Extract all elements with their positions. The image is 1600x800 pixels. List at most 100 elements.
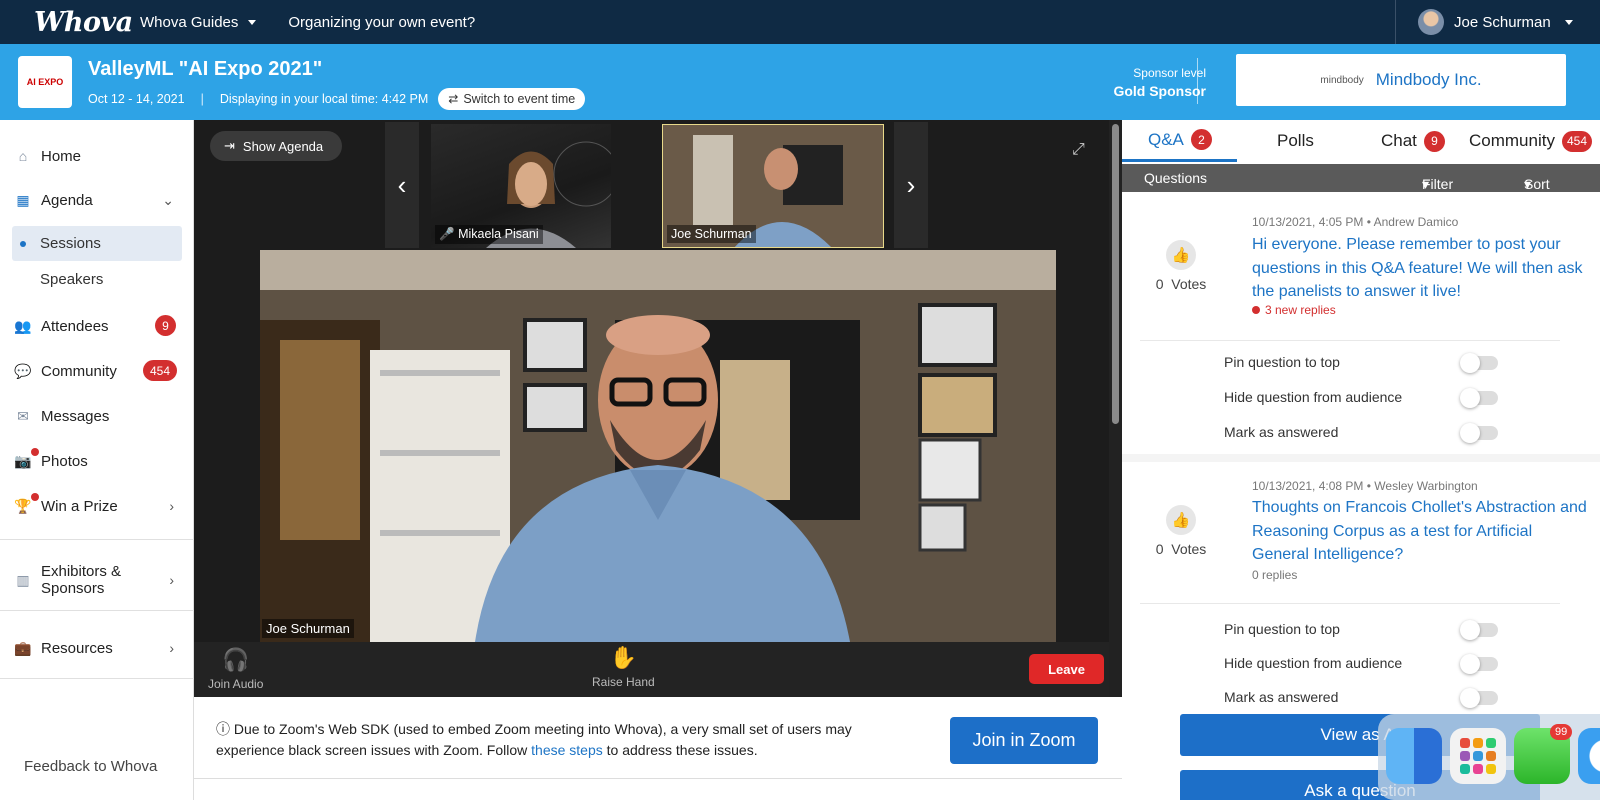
sidebar-item-resources[interactable]: 💼 Resources › (0, 637, 194, 659)
envelope-icon: ✉ (17, 407, 29, 424)
panel-tabs: Q&A 2 Polls Chat 9 Community 454 (1122, 120, 1600, 164)
sidebar-item-agenda[interactable]: ▦ Agenda ⌄ (0, 189, 194, 211)
organizing-event-label: Organizing your own event? (288, 13, 476, 31)
event-dates: Oct 12 - 14, 2021 (88, 92, 185, 106)
event-meta: Oct 12 - 14, 2021 | Displaying in your l… (88, 88, 586, 110)
sidebar-item-photos[interactable]: 📷 Photos (0, 450, 194, 472)
sidebar-item-home[interactable]: ⌂ Home (0, 145, 194, 167)
sidebar-item-label: Win a Prize (41, 497, 118, 515)
event-logo[interactable]: AI EXPO (18, 56, 72, 108)
show-agenda-button[interactable]: ⇥ Show Agenda (210, 131, 342, 161)
vote-button[interactable]: 👍 0 Votes (1136, 505, 1226, 557)
tab-community[interactable]: Community 454 (1469, 120, 1592, 162)
feedback-link[interactable]: Feedback to Whova (24, 758, 157, 775)
divider (0, 610, 194, 611)
finder-icon[interactable] (1386, 728, 1442, 784)
votes-label: Votes (1171, 541, 1207, 557)
divider (1140, 340, 1560, 341)
zoom-notice-text: ⓘ Due to Zoom's Web SDK (used to embed Z… (216, 719, 906, 761)
mark-answered-toggle[interactable] (1460, 423, 1498, 443)
info-icon: ⓘ (216, 721, 230, 737)
sidebar-item-sessions[interactable]: Sessions (12, 226, 182, 261)
event-logo-text: AI EXPO (26, 77, 64, 87)
hand-icon: ✋ (609, 645, 638, 670)
macos-dock: 99 (1378, 714, 1600, 800)
thumbs-up-icon: 👍 (1166, 240, 1196, 270)
organizing-event-link[interactable]: Organizing your own event? (288, 14, 475, 31)
raise-hand-button[interactable]: ✋ Raise Hand (592, 645, 655, 689)
main-speaker-video[interactable]: Joe Schurman (260, 250, 1056, 642)
sidebar-item-exhibitors[interactable]: ▥ Exhibitors & Sponsors › (0, 562, 194, 598)
tab-label: Community (1469, 131, 1555, 150)
avatar (1418, 9, 1444, 35)
join-audio-button[interactable]: 🎧 Join Audio (208, 647, 263, 691)
replies-label: 0 replies (1252, 568, 1298, 582)
muted-mic-icon: 🎤 (439, 227, 455, 241)
prize-notification-dot (31, 493, 39, 501)
fullscreen-icon[interactable]: ⤢ (1072, 141, 1085, 159)
camera-icon: 📷 (14, 452, 32, 469)
switch-time-button[interactable]: ⇄ Switch to event time (438, 88, 586, 110)
whova-guides-menu[interactable]: Whova Guides (140, 14, 257, 31)
pin-question-toggle[interactable] (1460, 353, 1498, 373)
divider (0, 539, 194, 540)
sidebar-item-label: Resources (41, 639, 113, 657)
sidebar-item-messages[interactable]: ✉ Messages (0, 405, 194, 427)
launchpad-icon[interactable] (1450, 728, 1506, 784)
caret-down-icon: ▾ (1422, 176, 1430, 192)
active-dot (20, 240, 26, 247)
user-name: Joe Schurman (1454, 13, 1551, 31)
sidebar-item-label: Sessions (40, 235, 101, 252)
sponsor-name: Mindbody Inc. (1375, 70, 1482, 89)
sidebar-item-label: Attendees (41, 317, 109, 335)
next-participants-button[interactable]: › (894, 122, 928, 248)
scrollbar-thumb[interactable] (1112, 124, 1119, 424)
people-icon: 👥 (14, 317, 32, 334)
join-in-zoom-button[interactable]: Join in Zoom (950, 717, 1098, 764)
sidebar-item-speakers[interactable]: Speakers (12, 262, 182, 297)
question-replies[interactable]: 3 new replies (1252, 303, 1336, 317)
question-replies[interactable]: 0 replies (1252, 568, 1297, 582)
divider (1197, 58, 1198, 104)
tab-badge: 454 (1561, 130, 1592, 152)
tab-qa[interactable]: Q&A 2 (1122, 120, 1237, 162)
question-meta: 10/13/2021, 4:08 PM • Wesley Warbington (1252, 479, 1478, 493)
pin-question-toggle[interactable] (1460, 620, 1498, 640)
chat-bubbles-icon: 💬 (14, 362, 32, 379)
top-nav: Whova Guides Organizing your own event? (140, 14, 507, 31)
event-banner: AI EXPO ValleyML "AI Expo 2021" Oct 12 -… (0, 44, 1600, 120)
sidebar-item-label: Exhibitors & Sponsors (41, 563, 121, 597)
chevron-down-icon: ⌄ (162, 191, 174, 208)
questions-bar: Questions Filter by ▾ Sort by ▾ (1122, 164, 1600, 208)
tab-badge: 9 (1423, 130, 1445, 152)
hide-question-toggle[interactable] (1460, 654, 1498, 674)
sponsor-banner[interactable]: mindbody Mindbody Inc. (1236, 54, 1566, 106)
expand-right-icon: ⇥ (224, 138, 235, 153)
hide-question-toggle[interactable] (1460, 388, 1498, 408)
prev-participants-button[interactable]: ‹ (385, 122, 419, 248)
participant-video-mikaela[interactable]: 🎤 Mikaela Pisani (431, 124, 611, 248)
briefcase-icon: 💼 (14, 639, 32, 656)
leave-button[interactable]: Leave (1029, 654, 1104, 684)
vote-count: 0 (1155, 276, 1164, 292)
vote-count: 0 (1155, 541, 1164, 557)
tab-polls[interactable]: Polls (1277, 120, 1314, 162)
mark-answered-toggle[interactable] (1460, 688, 1498, 708)
question-text[interactable]: Thoughts on Francois Chollet's Abstracti… (1252, 496, 1592, 567)
participant-video-joe[interactable]: Joe Schurman (662, 124, 884, 248)
tab-chat[interactable]: Chat 9 (1381, 120, 1445, 162)
tab-label: Polls (1277, 131, 1314, 150)
safari-icon[interactable] (1578, 728, 1600, 784)
video-scrollbar[interactable] (1109, 120, 1122, 697)
switch-time-label: Switch to event time (463, 92, 576, 106)
these-steps-link[interactable]: these steps (531, 742, 603, 758)
sidebar-item-label: Photos (41, 452, 88, 470)
separator: | (200, 92, 204, 106)
headphones-icon: 🎧 (221, 647, 250, 672)
vote-button[interactable]: 👍 0 Votes (1136, 240, 1226, 292)
user-menu[interactable]: Joe Schurman (1395, 0, 1600, 44)
sidebar-item-win-prize[interactable]: 🏆 Win a Prize › (0, 495, 194, 517)
question-text[interactable]: Hi everyone. Please remember to post you… (1252, 233, 1592, 304)
community-badge: 454 (143, 360, 177, 381)
whova-logo[interactable]: Whova (34, 7, 138, 38)
